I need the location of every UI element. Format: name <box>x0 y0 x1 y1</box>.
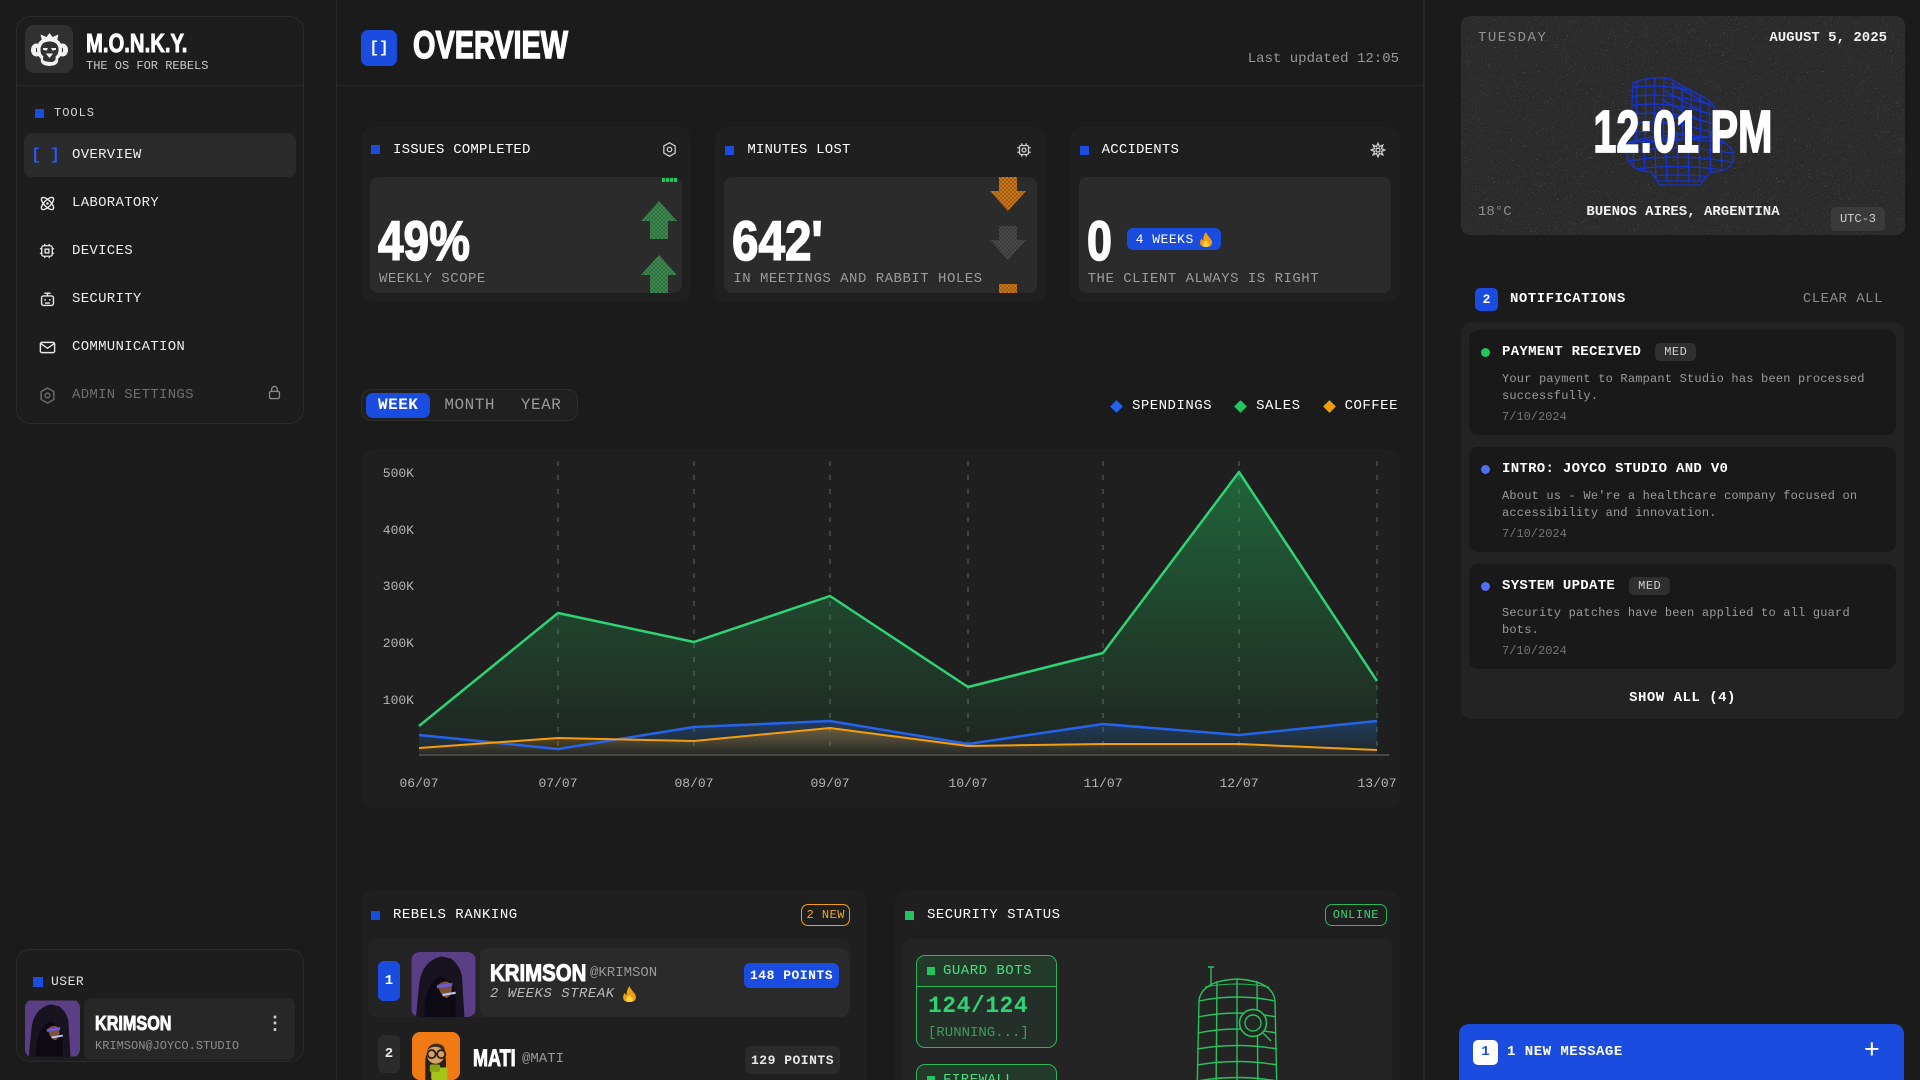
svg-text:09/07: 09/07 <box>810 776 849 791</box>
svg-text:200K: 200K <box>383 636 414 651</box>
svg-text:11/07: 11/07 <box>1083 776 1122 791</box>
svg-text:06/07: 06/07 <box>399 776 438 791</box>
svg-text:08/07: 08/07 <box>674 776 713 791</box>
svg-text:13/07: 13/07 <box>1357 776 1396 791</box>
svg-text:400K: 400K <box>383 523 414 538</box>
svg-text:10/07: 10/07 <box>948 776 987 791</box>
svg-text:12/07: 12/07 <box>1219 776 1258 791</box>
svg-text:07/07: 07/07 <box>538 776 577 791</box>
svg-text:100K: 100K <box>383 693 414 708</box>
svg-text:500K: 500K <box>383 466 414 481</box>
svg-text:300K: 300K <box>383 579 414 594</box>
